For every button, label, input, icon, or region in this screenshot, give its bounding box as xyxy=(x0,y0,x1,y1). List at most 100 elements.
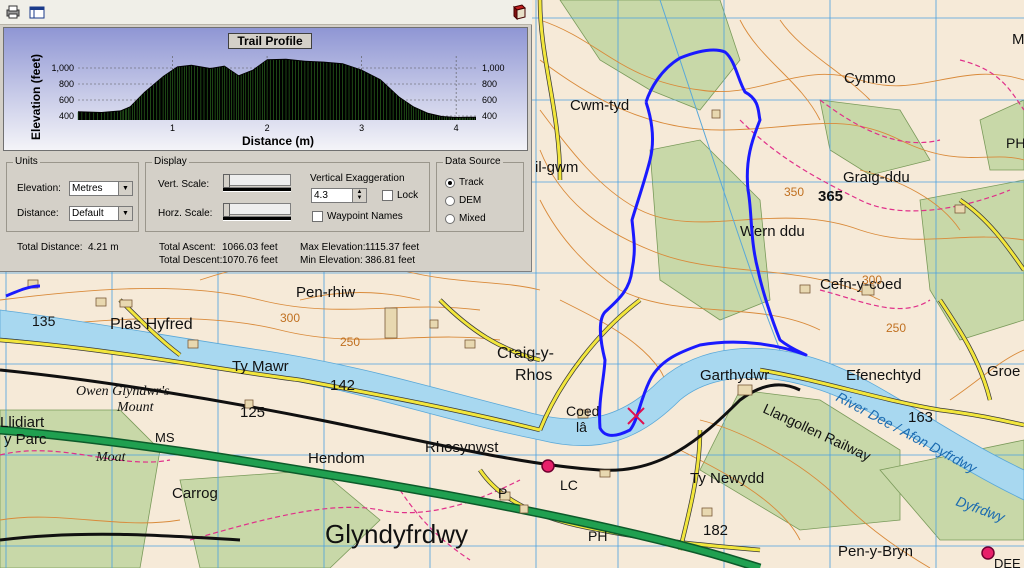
x-tick-label: 2 xyxy=(265,123,270,133)
horz-scale-slider-track xyxy=(223,216,291,221)
total-descent-value: 1070.76 feet xyxy=(222,255,278,266)
data-source-group-title: Data Source xyxy=(443,156,503,168)
label-lc: LC xyxy=(560,477,578,493)
distance-units-select[interactable]: Default ▼ xyxy=(69,206,133,221)
label-ms: MS xyxy=(155,430,175,445)
label-ph: PH xyxy=(588,528,607,544)
horz-scale-slider-box xyxy=(223,203,291,215)
elevation-units-label: Elevation: xyxy=(17,183,61,194)
vertical-exaggeration-value: 4.3 xyxy=(314,190,328,201)
units-group-title: Units xyxy=(13,156,40,168)
label-la: lâ xyxy=(576,419,587,435)
label-hendom: Hendom xyxy=(308,450,365,467)
label-il-gwm: il-gwm xyxy=(535,159,578,176)
label-163: 163 xyxy=(908,409,933,426)
y-tick-label-left: 600 xyxy=(59,95,74,105)
label-y-parc: y Parc xyxy=(4,431,47,448)
label-garthydwr: Garthydwr xyxy=(700,367,769,384)
y-axis-label: Elevation (feet) xyxy=(29,54,43,140)
table-view-icon[interactable] xyxy=(28,3,46,21)
elevation-profile-chart: Trail Profile 1,000 1,000 800 800 600 600 400 4… xyxy=(3,27,528,151)
label-wern-ddu: Wern ddu xyxy=(740,223,805,240)
x-tick-label: 3 xyxy=(359,123,364,133)
vertical-exaggeration-spinner[interactable]: 4.3 ▲ ▼ xyxy=(311,188,367,203)
data-source-track-radio[interactable] xyxy=(445,178,455,188)
label-owen-glyndwr: Owen Glyndwr's xyxy=(76,384,170,399)
label-pen-rhiw: Pen-rhiw xyxy=(296,284,355,301)
total-distance-label: Total Distance: xyxy=(17,242,83,253)
label-rhos: Rhos xyxy=(515,367,552,384)
total-distance-value: 4.21 m xyxy=(88,242,119,253)
label-mount: Mount xyxy=(116,400,155,415)
label-125: 125 xyxy=(240,404,265,421)
station-marker xyxy=(541,459,555,473)
lock-checkbox[interactable] xyxy=(382,190,393,201)
label-ph-right: PH xyxy=(1006,135,1024,151)
y-tick-label-right: 800 xyxy=(482,79,497,89)
label-carrog: Carrog xyxy=(172,485,218,502)
x-tick-label: 4 xyxy=(454,123,459,133)
spinner-arrows-icon[interactable]: ▲ ▼ xyxy=(352,189,366,202)
x-axis-label: Distance (m) xyxy=(242,134,314,148)
data-source-dem-radio[interactable] xyxy=(445,196,455,206)
label-craig-y: Craig-y- xyxy=(497,345,554,362)
waypoint-names-label: Waypoint Names xyxy=(327,211,403,222)
label-dee-part: DEE xyxy=(994,556,1021,568)
label-rhosynwst: Rhosynwst xyxy=(425,439,499,456)
y-tick-label-right: 1,000 xyxy=(482,63,505,73)
label-efenechtyd: Efenechtyd xyxy=(846,367,921,384)
data-source-group: Data Source Track DEM Mixed xyxy=(436,156,524,232)
vertical-exaggeration-label: Vertical Exaggeration xyxy=(310,173,405,184)
elevation-area xyxy=(78,58,476,120)
max-elevation-label: Max Elevation: xyxy=(300,242,366,253)
contour-label-250: 250 xyxy=(340,335,360,349)
distance-units-label: Distance: xyxy=(17,208,59,219)
vert-scale-slider-thumb[interactable] xyxy=(223,174,230,188)
total-descent-label: Total Descent: xyxy=(159,255,223,266)
label-ty-mawr: Ty Mawr xyxy=(232,358,289,375)
lock-label: Lock xyxy=(397,190,419,201)
data-source-dem-label: DEM xyxy=(459,195,482,206)
contour-label-350: 350 xyxy=(784,185,804,199)
label-142: 142 xyxy=(330,377,355,394)
waypoint-names-checkbox[interactable] xyxy=(312,211,323,222)
data-source-track-label: Track xyxy=(459,177,484,188)
data-source-mixed-radio[interactable] xyxy=(445,214,455,224)
label-llidiart: Llidiart xyxy=(0,414,45,431)
label-pen-y-bryn: Pen-y-Bryn xyxy=(838,543,913,560)
vert-scale-slider-box xyxy=(223,174,291,186)
label-moat: Moat xyxy=(95,450,127,465)
contour-label-250b: 250 xyxy=(886,321,906,335)
book-icon[interactable] xyxy=(510,3,528,21)
elevation-units-select[interactable]: Metres ▼ xyxy=(69,181,133,196)
label-spot-365: 365 xyxy=(818,188,843,205)
label-graig-ddu: Graig-ddu xyxy=(843,169,910,186)
y-tick-label-right: 400 xyxy=(482,111,497,121)
distance-units-value: Default xyxy=(72,208,104,219)
data-source-mixed-label: Mixed xyxy=(459,213,486,224)
chevron-down-icon[interactable]: ▼ xyxy=(118,207,132,220)
total-ascent-label: Total Ascent: xyxy=(159,242,216,253)
profile-controls: Units Elevation: Metres ▼ Distance: Defa… xyxy=(3,154,528,268)
min-elevation-label: Min Elevation: xyxy=(300,255,363,266)
display-group-title: Display xyxy=(152,156,189,168)
max-elevation-value: 1115.37 feet xyxy=(365,242,420,253)
y-tick-label-left: 800 xyxy=(59,79,74,89)
units-group: Units Elevation: Metres ▼ Distance: Defa… xyxy=(6,156,139,232)
panel-toolbar xyxy=(0,0,532,25)
horz-scale-slider-thumb[interactable] xyxy=(223,203,230,217)
print-icon[interactable] xyxy=(4,3,22,21)
horz-scale-label: Horz. Scale: xyxy=(158,208,213,219)
vert-scale-slider[interactable] xyxy=(223,174,291,194)
vert-scale-label: Vert. Scale: xyxy=(158,179,210,190)
chevron-down-icon[interactable]: ▼ xyxy=(118,182,132,195)
horz-scale-slider[interactable] xyxy=(223,203,291,223)
min-elevation-value: 386.81 feet xyxy=(365,255,416,266)
x-tick-label: 1 xyxy=(170,123,175,133)
y-tick-label-left: 1,000 xyxy=(51,63,74,73)
label-cymmo: Cymmo xyxy=(844,70,896,87)
display-group: Display Vert. Scale: Horz. Scale: Vertic… xyxy=(145,156,430,232)
y-tick-label-right: 600 xyxy=(482,95,497,105)
y-tick-label-left: 400 xyxy=(59,111,74,121)
total-ascent-value: 1066.03 feet xyxy=(222,242,278,253)
